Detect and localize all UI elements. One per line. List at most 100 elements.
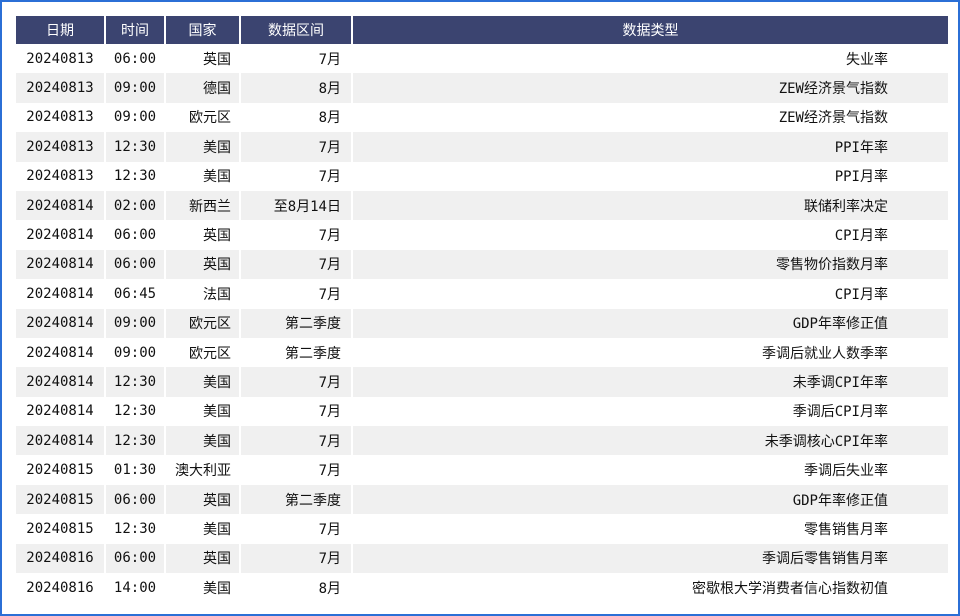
header-country: 国家 [166,16,241,44]
table-row: 20240813 06:00 英国 7月 失业率 [16,44,948,74]
cell-country: 澳大利亚 [166,455,241,485]
table-row: 20240814 06:00 英国 7月 CPI月率 [16,220,948,250]
cell-period: 8月 [241,102,353,133]
table-row: 20240813 09:00 德国 8月 ZEW经济景气指数 [16,73,948,103]
table-row: 20240814 02:00 新西兰 至8月14日 联储利率决定 [16,190,948,221]
cell-period: 7月 [241,455,353,485]
cell-type: ZEW经济景气指数 [353,73,948,103]
cell-date: 20240813 [16,44,106,74]
cell-type: 零售销售月率 [353,514,948,544]
cell-type: 零售物价指数月率 [353,249,948,280]
table-row: 20240815 01:30 澳大利亚 7月 季调后失业率 [16,455,948,485]
cell-time: 14:00 [106,573,166,603]
cell-type: GDP年率修正值 [353,308,948,338]
cell-time: 09:00 [106,73,166,103]
cell-time: 12:30 [106,396,166,427]
cell-country: 欧元区 [166,337,241,368]
cell-type: 季调后就业人数季率 [353,337,948,368]
cell-date: 20240813 [16,132,106,162]
cell-period: 7月 [241,426,353,456]
cell-time: 12:30 [106,367,166,397]
cell-period: 至8月14日 [241,190,353,221]
cell-time: 12:30 [106,132,166,162]
cell-type: PPI月率 [353,161,948,191]
cell-country: 法国 [166,279,241,309]
cell-time: 01:30 [106,455,166,485]
header-row: 日期 时间 国家 数据区间 数据类型 [16,16,948,44]
cell-type: 密歇根大学消费者信心指数初值 [353,573,948,603]
table-row: 20240814 09:00 欧元区 第二季度 季调后就业人数季率 [16,337,948,368]
cell-time: 02:00 [106,190,166,221]
table-frame: 日期 时间 国家 数据区间 数据类型 20240813 06:00 英国 7月 失业率 2… [0,0,960,616]
table-row: 20240814 12:30 美国 7月 未季调核心CPI年率 [16,426,948,456]
cell-date: 20240814 [16,220,106,250]
table-row: 20240813 12:30 美国 7月 PPI月率 [16,161,948,191]
header-period: 数据区间 [241,16,353,44]
cell-time: 06:00 [106,220,166,250]
cell-date: 20240815 [16,455,106,485]
cell-country: 美国 [166,426,241,456]
cell-date: 20240813 [16,73,106,103]
cell-type: CPI月率 [353,279,948,309]
header-time: 时间 [106,16,166,44]
cell-date: 20240814 [16,396,106,427]
cell-country: 英国 [166,44,241,74]
cell-date: 20240814 [16,190,106,221]
cell-period: 第二季度 [241,484,353,515]
cell-country: 美国 [166,367,241,397]
cell-date: 20240813 [16,102,106,133]
cell-date: 20240814 [16,279,106,309]
cell-country: 欧元区 [166,102,241,133]
cell-country: 美国 [166,514,241,544]
cell-type: 季调后失业率 [353,455,948,485]
cell-country: 新西兰 [166,190,241,221]
cell-type: GDP年率修正值 [353,484,948,515]
cell-country: 美国 [166,161,241,191]
cell-date: 20240813 [16,161,106,191]
cell-date: 20240814 [16,367,106,397]
cell-time: 06:00 [106,44,166,74]
cell-type: 季调后CPI月率 [353,396,948,427]
cell-type: 联储利率决定 [353,190,948,221]
table-row: 20240814 06:45 法国 7月 CPI月率 [16,279,948,309]
cell-type: ZEW经济景气指数 [353,102,948,133]
cell-period: 7月 [241,514,353,544]
table-row: 20240815 12:30 美国 7月 零售销售月率 [16,514,948,544]
cell-country: 美国 [166,396,241,427]
table-row: 20240814 09:00 欧元区 第二季度 GDP年率修正值 [16,308,948,338]
cell-period: 7月 [241,249,353,280]
table-row: 20240816 14:00 美国 8月 密歇根大学消费者信心指数初值 [16,573,948,603]
cell-period: 7月 [241,396,353,427]
table-row: 20240815 06:00 英国 第二季度 GDP年率修正值 [16,484,948,515]
cell-period: 7月 [241,220,353,250]
cell-date: 20240816 [16,573,106,603]
cell-type: CPI月率 [353,220,948,250]
cell-country: 德国 [166,73,241,103]
cell-date: 20240814 [16,249,106,280]
table-row: 20240816 06:00 英国 7月 季调后零售销售月率 [16,543,948,574]
cell-period: 第二季度 [241,308,353,338]
cell-country: 美国 [166,573,241,603]
cell-time: 06:00 [106,543,166,574]
cell-date: 20240815 [16,484,106,515]
cell-period: 8月 [241,573,353,603]
cell-time: 12:30 [106,426,166,456]
cell-time: 12:30 [106,514,166,544]
cell-country: 英国 [166,249,241,280]
cell-period: 7月 [241,44,353,74]
cell-date: 20240814 [16,337,106,368]
cell-country: 美国 [166,132,241,162]
table-row: 20240814 12:30 美国 7月 未季调CPI年率 [16,367,948,397]
cell-country: 欧元区 [166,308,241,338]
cell-period: 7月 [241,161,353,191]
economic-calendar-table: 日期 时间 国家 数据区间 数据类型 20240813 06:00 英国 7月 失业率 2… [16,16,948,603]
cell-period: 8月 [241,73,353,103]
cell-time: 06:00 [106,484,166,515]
cell-country: 英国 [166,543,241,574]
cell-type: 未季调CPI年率 [353,367,948,397]
cell-time: 06:00 [106,249,166,280]
cell-date: 20240814 [16,308,106,338]
cell-time: 09:00 [106,337,166,368]
cell-date: 20240816 [16,543,106,574]
cell-period: 7月 [241,543,353,574]
